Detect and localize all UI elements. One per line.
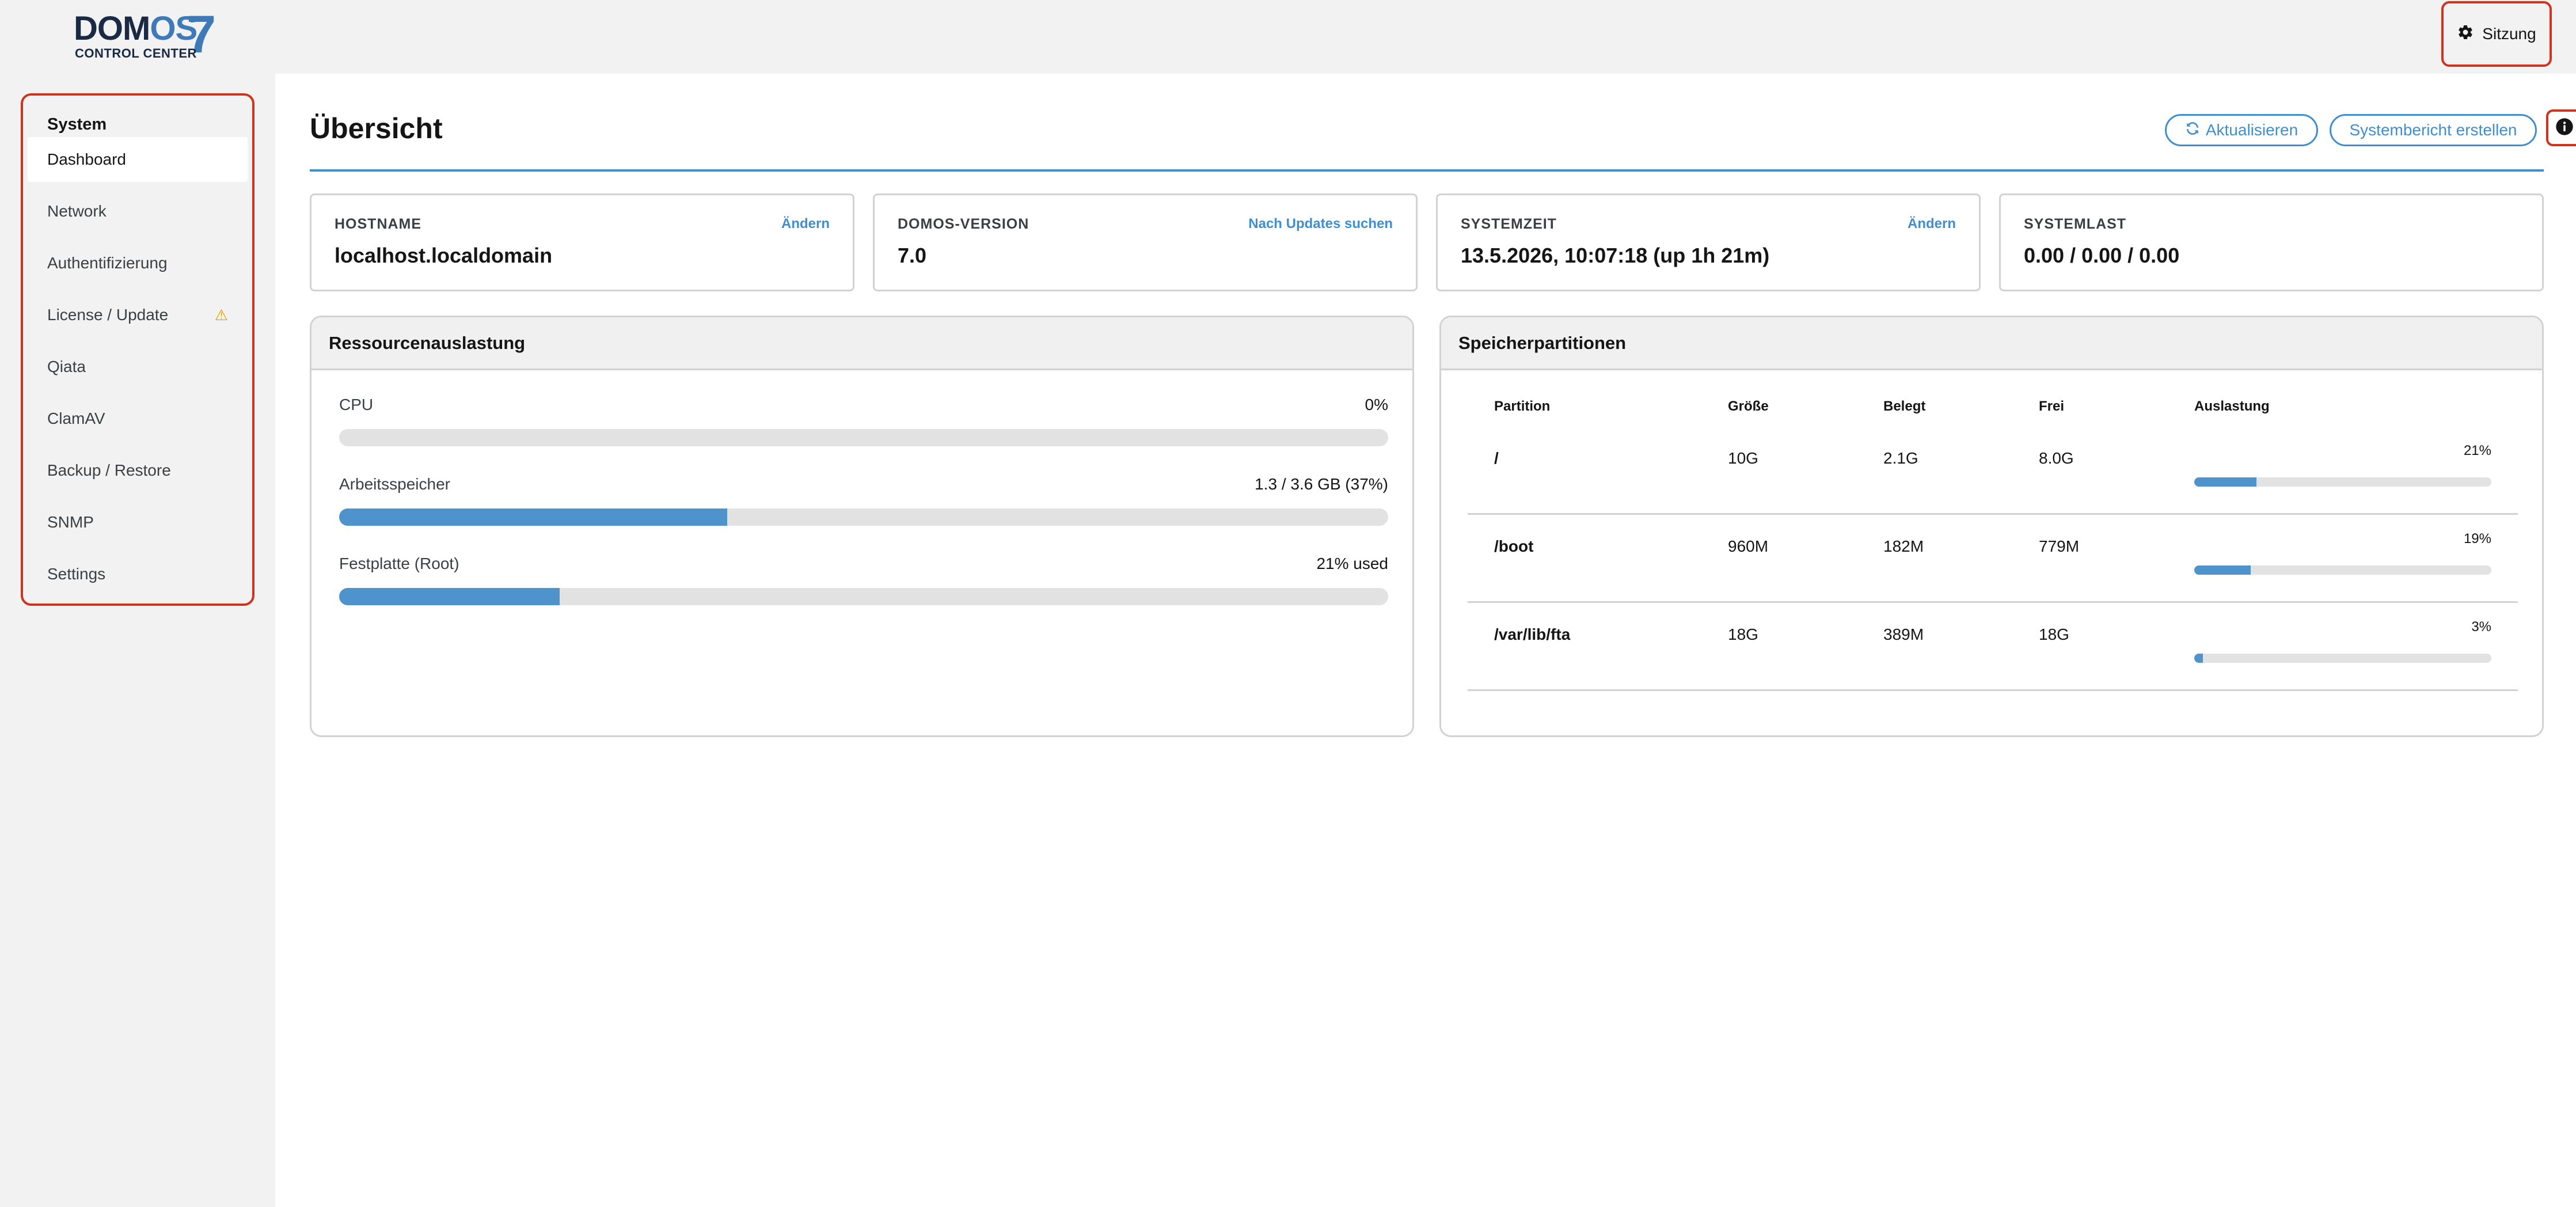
card-label: DOMOS-VERSION [898,216,1029,232]
partition-name: /var/lib/fta [1468,602,1701,691]
column-header: Auslastung [2194,398,2270,414]
progress-fill [339,508,728,526]
sidebar-item-qiata[interactable]: Qiata [28,344,248,389]
partitions-table: Partition Größe Belegt Frei Auslastung /… [1468,386,2518,691]
partition-size: 10G [1701,427,1857,515]
version-card: DOMOS-VERSION Nach Updates suchen 7.0 [873,193,1418,291]
sidebar-heading: System [47,115,107,134]
partition-size: 18G [1701,602,1857,691]
resources-panel: Ressourcenauslastung CPU 0% Arbeitsspeic… [310,316,1414,737]
version-value: 7.0 [898,244,927,267]
main-content: Übersicht Aktualisieren Systembericht er… [275,74,2576,1207]
table-row: /boot 960M 182M 779M 19% [1468,514,2518,603]
page-title: Übersicht [310,112,443,145]
table-row: / 10G 2.1G 8.0G 21% [1468,427,2518,515]
warning-icon: ⚠ [214,306,228,324]
sidebar-item-dashboard[interactable]: Dashboard [28,137,248,182]
usage-fill [2194,565,2251,575]
systemtime-value: 13.5.2026, 10:07:18 (up 1h 21m) [1461,244,1770,267]
system-report-button[interactable]: Systembericht erstellen [2330,114,2537,146]
partition-used: 182M [1857,514,2012,603]
check-updates-link[interactable]: Nach Updates suchen [1248,216,1393,232]
sidebar-item-backup-restore[interactable]: Backup / Restore [28,448,248,493]
domos-logo: DOMOS 7 CONTROL CENTER [74,7,223,62]
partition-used: 2.1G [1857,427,2012,515]
logo-subtitle: CONTROL CENTER [75,46,197,60]
hostname-change-link[interactable]: Ändern [781,216,830,232]
usage-fill [2194,654,2203,663]
partition-usage: 19% [2168,514,2518,603]
sidebar-item-license-update[interactable]: License / Update ⚠ [28,293,248,337]
column-header: Partition [1494,398,1551,414]
sidebar-item-network[interactable]: Network [28,189,248,234]
logo-wordmark: DOMOS [74,10,197,47]
usage-bar [2194,565,2491,575]
panel-title: Ressourcenauslastung [311,317,1412,370]
partitions-panel: Speicherpartitionen Partition Größe Bele… [1439,316,2544,737]
column-header: Frei [2039,398,2065,414]
partition-free: 18G [2012,602,2168,691]
refresh-icon [2185,121,2200,140]
sidebar: System Dashboard Network Authentifizieru… [21,93,254,606]
hostname-card: HOSTNAME Ändern localhost.localdomain [310,193,854,291]
partition-name: / [1468,427,1701,515]
info-icon [2555,117,2574,139]
table-row: /var/lib/fta 18G 389M 18G 3% [1468,602,2518,691]
title-row: Übersicht Aktualisieren Systembericht er… [310,108,2576,172]
column-header: Größe [1728,398,1769,414]
partition-used: 389M [1857,602,2012,691]
session-button[interactable]: Sitzung [2441,1,2552,67]
usage-bar [2194,654,2491,663]
column-header: Belegt [1883,398,1926,414]
progress-bar [339,508,1388,526]
usage-bar [2194,477,2491,487]
panel-title: Speicherpartitionen [1441,317,2542,370]
systemtime-change-link[interactable]: Ändern [1908,216,1956,232]
table-header-row: Partition Größe Belegt Frei Auslastung [1468,386,2518,427]
partition-free: 779M [2012,514,2168,603]
info-button[interactable] [2546,109,2576,146]
progress-bar [339,429,1388,446]
partition-name: /boot [1468,514,1701,603]
progress-bar [339,588,1388,605]
partition-size: 960M [1701,514,1857,603]
session-label: Sitzung [2482,25,2536,43]
progress-fill [339,588,560,605]
card-label: SYSTEMLAST [2024,216,2127,232]
sidebar-item-settings[interactable]: Settings [28,552,248,597]
sidebar-item-snmp[interactable]: SNMP [28,500,248,545]
partition-usage: 21% [2168,427,2518,515]
card-label: HOSTNAME [335,216,422,232]
partition-usage: 3% [2168,602,2518,691]
usage-fill [2194,477,2257,487]
systemload-value: 0.00 / 0.00 / 0.00 [2024,244,2180,267]
sidebar-item-authentifizierung[interactable]: Authentifizierung [28,241,248,286]
gear-icon [2457,24,2474,45]
card-label: SYSTEMZEIT [1461,216,1557,232]
systemload-card: SYSTEMLAST 0.00 / 0.00 / 0.00 [1999,193,2544,291]
hostname-value: localhost.localdomain [335,244,553,267]
sidebar-item-clamav[interactable]: ClamAV [28,396,248,441]
systemtime-card: SYSTEMZEIT Ändern 13.5.2026, 10:07:18 (u… [1436,193,1981,291]
refresh-button[interactable]: Aktualisieren [2165,114,2318,146]
partition-free: 8.0G [2012,427,2168,515]
